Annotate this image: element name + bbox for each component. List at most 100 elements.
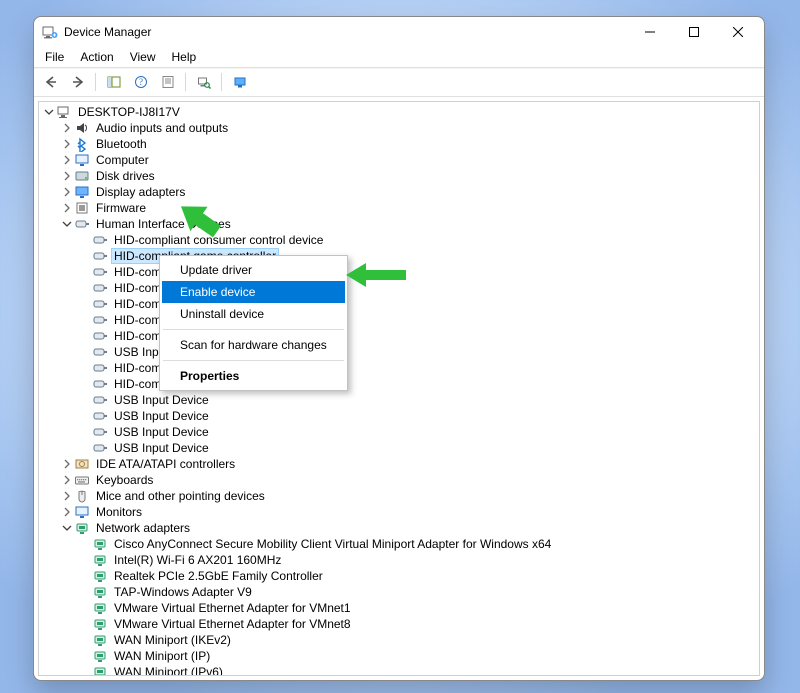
- tree-item[interactable]: HID-comp: [39, 360, 759, 376]
- tree-item[interactable]: Monitors: [39, 504, 759, 520]
- expand-icon[interactable]: [61, 474, 73, 486]
- tree-item[interactable]: WAN Miniport (IP): [39, 648, 759, 664]
- tree-item[interactable]: HID-comp: [39, 280, 759, 296]
- expand-icon[interactable]: [61, 170, 73, 182]
- tree-item[interactable]: Mice and other pointing devices: [39, 488, 759, 504]
- context-menu-item[interactable]: Properties: [162, 365, 345, 387]
- expand-icon[interactable]: [61, 490, 73, 502]
- toolbar: ?: [34, 67, 764, 97]
- tree-item[interactable]: WAN Miniport (IPv6): [39, 664, 759, 675]
- tree-item[interactable]: HID-comp: [39, 296, 759, 312]
- expand-icon: [79, 442, 91, 454]
- tree-item[interactable]: Network adapters: [39, 520, 759, 536]
- hid-dev-icon: [92, 264, 108, 280]
- tree-item-label: WAN Miniport (IKEv2): [112, 633, 233, 647]
- tree-item-label: Human Interface Devices: [94, 217, 233, 231]
- tree-item[interactable]: Realtek PCIe 2.5GbE Family Controller: [39, 568, 759, 584]
- properties-button[interactable]: [155, 70, 180, 94]
- net-dev-icon: [92, 632, 108, 648]
- tree-item[interactable]: HID-comp: [39, 328, 759, 344]
- context-menu-item[interactable]: Update driver: [162, 259, 345, 281]
- expand-icon: [79, 570, 91, 582]
- hid-icon: [74, 216, 90, 232]
- tree-item[interactable]: VMware Virtual Ethernet Adapter for VMne…: [39, 600, 759, 616]
- context-menu-item[interactable]: Scan for hardware changes: [162, 334, 345, 356]
- tree-item-label: USB Input Device: [112, 441, 211, 455]
- tree-item[interactable]: VMware Virtual Ethernet Adapter for VMne…: [39, 616, 759, 632]
- tree-item[interactable]: HID-comp: [39, 264, 759, 280]
- expand-icon[interactable]: [61, 202, 73, 214]
- device-tree[interactable]: DESKTOP-IJ8I17VAudio inputs and outputsB…: [39, 102, 759, 675]
- net-dev-icon: [92, 600, 108, 616]
- hid-dev-icon: [92, 424, 108, 440]
- tree-item[interactable]: Disk drives: [39, 168, 759, 184]
- menu-file[interactable]: File: [38, 49, 71, 65]
- tree-item[interactable]: USB Input Device: [39, 392, 759, 408]
- collapse-icon[interactable]: [61, 522, 73, 534]
- tree-item[interactable]: Bluetooth: [39, 136, 759, 152]
- forward-button[interactable]: [65, 70, 90, 94]
- menu-help[interactable]: Help: [165, 49, 204, 65]
- collapse-icon[interactable]: [61, 218, 73, 230]
- tree-item[interactable]: Intel(R) Wi-Fi 6 AX201 160MHz: [39, 552, 759, 568]
- expand-icon[interactable]: [61, 186, 73, 198]
- expand-icon: [79, 554, 91, 566]
- tree-item[interactable]: Display adapters: [39, 184, 759, 200]
- hid-dev-icon: [92, 280, 108, 296]
- context-menu-item[interactable]: Uninstall device: [162, 303, 345, 325]
- titlebar[interactable]: Device Manager: [34, 17, 764, 47]
- net-dev-icon: [92, 568, 108, 584]
- tree-item[interactable]: HID-compliant vendor-defined device: [39, 376, 759, 392]
- tree-item[interactable]: USB Input: [39, 344, 759, 360]
- tree-item[interactable]: TAP-Windows Adapter V9: [39, 584, 759, 600]
- minimize-button[interactable]: [628, 18, 672, 46]
- tree-item-label: USB Input Device: [112, 393, 211, 407]
- menu-action[interactable]: Action: [73, 49, 120, 65]
- tree-item[interactable]: Computer: [39, 152, 759, 168]
- context-menu-item[interactable]: Enable device: [162, 281, 345, 303]
- tree-item-label: Bluetooth: [94, 137, 149, 151]
- tree-item[interactable]: HID-comp: [39, 312, 759, 328]
- expand-icon: [79, 234, 91, 246]
- expand-icon: [79, 666, 91, 675]
- tree-item[interactable]: USB Input Device: [39, 408, 759, 424]
- tree-item[interactable]: Keyboards: [39, 472, 759, 488]
- tree-item[interactable]: Firmware: [39, 200, 759, 216]
- tree-item[interactable]: USB Input Device: [39, 424, 759, 440]
- tree-item[interactable]: Cisco AnyConnect Secure Mobility Client …: [39, 536, 759, 552]
- tree-item[interactable]: Human Interface Devices: [39, 216, 759, 232]
- expand-icon[interactable]: [61, 506, 73, 518]
- expand-icon: [79, 298, 91, 310]
- close-button[interactable]: [716, 18, 760, 46]
- maximize-button[interactable]: [672, 18, 716, 46]
- hid-dev-icon: [92, 296, 108, 312]
- ide-icon: [74, 456, 90, 472]
- expand-icon: [79, 346, 91, 358]
- menu-view[interactable]: View: [123, 49, 163, 65]
- net-dev-icon: [92, 552, 108, 568]
- expand-icon[interactable]: [61, 154, 73, 166]
- expand-icon: [79, 650, 91, 662]
- tree-item[interactable]: DESKTOP-IJ8I17V: [39, 104, 759, 120]
- show-hide-console-tree-button[interactable]: [101, 70, 126, 94]
- back-button[interactable]: [38, 70, 63, 94]
- tree-item[interactable]: Audio inputs and outputs: [39, 120, 759, 136]
- tree-item-label: Display adapters: [94, 185, 187, 199]
- expand-icon: [79, 634, 91, 646]
- help-button[interactable]: ?: [128, 70, 153, 94]
- expand-icon[interactable]: [61, 122, 73, 134]
- tree-item[interactable]: IDE ATA/ATAPI controllers: [39, 456, 759, 472]
- tree-item[interactable]: USB Input Device: [39, 440, 759, 456]
- enable-device-button[interactable]: [227, 70, 252, 94]
- hid-dev-icon: [92, 328, 108, 344]
- disk-icon: [74, 168, 90, 184]
- tree-item[interactable]: HID-compliant game controller: [39, 248, 759, 264]
- tree-item[interactable]: HID-compliant consumer control device: [39, 232, 759, 248]
- scan-hardware-button[interactable]: [191, 70, 216, 94]
- expand-icon[interactable]: [61, 458, 73, 470]
- tree-item[interactable]: WAN Miniport (IKEv2): [39, 632, 759, 648]
- expand-icon: [79, 426, 91, 438]
- expand-icon[interactable]: [61, 138, 73, 150]
- expand-icon: [79, 282, 91, 294]
- collapse-icon[interactable]: [43, 106, 55, 118]
